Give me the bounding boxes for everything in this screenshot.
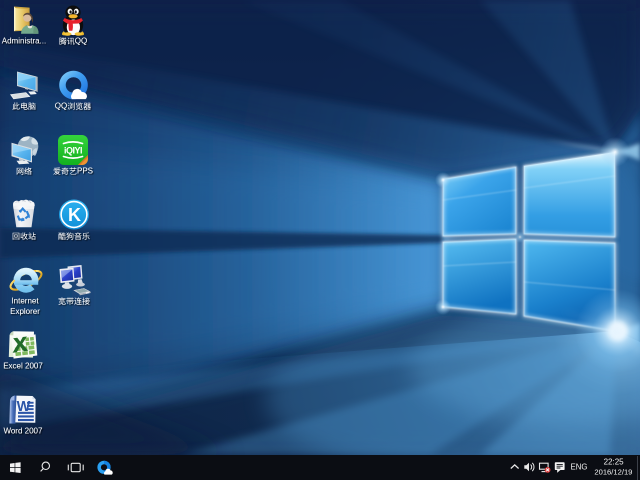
- svg-text:ENG: ENG: [571, 462, 588, 471]
- svg-text:22:25: 22:25: [604, 457, 625, 466]
- svg-text:PPS: PPS: [77, 166, 93, 175]
- svg-text:W: W: [17, 399, 31, 415]
- svg-text:QQ: QQ: [55, 101, 67, 110]
- svg-text:QQ: QQ: [74, 36, 86, 45]
- svg-text:K: K: [68, 205, 81, 225]
- svg-text:Explorer: Explorer: [10, 307, 40, 316]
- svg-text:iQIYI: iQIYI: [63, 146, 81, 156]
- svg-text:2016/12/19: 2016/12/19: [594, 468, 632, 477]
- svg-text:Word 2007: Word 2007: [3, 426, 43, 435]
- svg-text:Internet: Internet: [11, 296, 39, 305]
- svg-text:Excel 2007: Excel 2007: [3, 361, 43, 370]
